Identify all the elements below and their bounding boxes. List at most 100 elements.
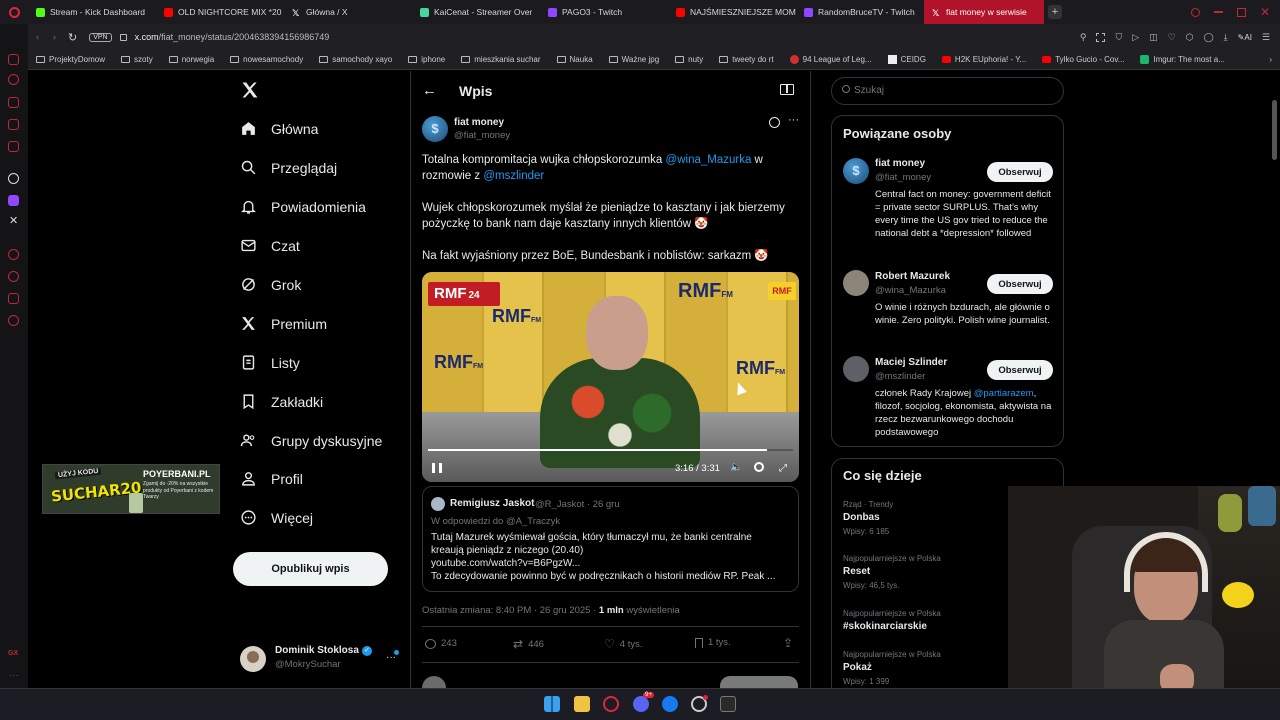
author-handle[interactable]: @fiat_money <box>454 130 510 141</box>
aria-ai-button[interactable]: ✎AI <box>1238 33 1252 42</box>
pin-icon[interactable]: ⚲ <box>1080 32 1087 43</box>
nav-profile[interactable]: Profil <box>240 470 303 487</box>
camera-icon[interactable]: ◫ <box>1149 32 1158 43</box>
heart-icon[interactable]: ♡ <box>1168 32 1176 43</box>
account-switcher[interactable]: Dominik Stoklosa ✓ @MokrySuchar ··· <box>240 644 400 674</box>
person-avatar[interactable] <box>843 270 869 296</box>
trend-item[interactable]: Rząd · Trendy Donbas Wpisy: 6 185 <box>843 500 893 536</box>
reload-icon[interactable]: ↻ <box>68 31 77 44</box>
sidebar-clock-icon[interactable] <box>8 271 19 282</box>
profile-icon[interactable]: ◯ <box>1204 32 1214 43</box>
nav-premium[interactable]: Premium <box>240 315 327 332</box>
sidebar-history-icon[interactable] <box>8 74 19 85</box>
sidebar-bag-icon[interactable] <box>8 97 19 108</box>
bookmark-tweety-do-rt[interactable]: tweety do rt <box>711 55 781 64</box>
reply-button-partial[interactable] <box>720 676 798 688</box>
bookmark-iphone[interactable]: iphone <box>400 55 453 64</box>
terminal-icon[interactable] <box>720 696 736 712</box>
screenshot-icon[interactable] <box>1096 32 1106 42</box>
author-name[interactable]: fiat money <box>454 117 504 128</box>
sidebar-messenger-icon[interactable] <box>8 119 19 130</box>
close-window-button[interactable]: ✕ <box>1260 5 1270 19</box>
bookmark-ceidg[interactable]: CEIDG <box>880 55 934 64</box>
tab-x-home[interactable]: 𝕏 Główna / X <box>284 0 412 24</box>
bookmark-league-of-legends[interactable]: 94 League of Leg... <box>782 55 880 64</box>
post-button[interactable]: Opublikuj wpis <box>233 552 388 586</box>
pause-icon[interactable] <box>432 463 442 473</box>
maximize-window-button[interactable] <box>1236 7 1246 17</box>
bookmark-szoty[interactable]: szoty <box>113 55 161 64</box>
person-avatar[interactable] <box>843 356 869 382</box>
bookmark-mieszkania-suchar[interactable]: mieszkania suchar <box>453 55 548 64</box>
trend-item[interactable]: Najpopularniejsze w Polska Reset Wpisy: … <box>843 554 941 590</box>
discord-icon[interactable] <box>633 696 649 712</box>
nav-communities[interactable]: Grupy dyskusyjne <box>240 432 382 449</box>
back-arrow-icon[interactable]: ← <box>422 82 437 99</box>
x-logo-icon[interactable] <box>240 80 262 102</box>
person-avatar[interactable]: $ <box>843 158 869 184</box>
search-input[interactable]: Szukaj <box>854 85 884 96</box>
nav-explore[interactable]: Przeglądaj <box>240 159 337 176</box>
bookmark-nauka[interactable]: Nauka <box>549 55 601 64</box>
follow-button[interactable]: Obserwuj <box>987 162 1053 182</box>
tab-kaicenat[interactable]: KaiCenat - Streamer Over <box>412 0 540 24</box>
bookmark-imgur[interactable]: Imgur: The most a... <box>1132 55 1232 64</box>
tab-randombrucetv[interactable]: RandomBruceTV - Twitch <box>796 0 924 24</box>
bookmark-h2k-euphoria[interactable]: H2K EUphoria! - Y... <box>934 55 1034 64</box>
author-avatar[interactable]: $ <box>422 116 448 142</box>
bookmark-samochody-xayo[interactable]: samochody xayo <box>311 55 400 64</box>
nav-chat[interactable]: Czat <box>240 237 300 254</box>
quoted-post[interactable]: Remigiusz Jaskot @R_Jaskot · 26 gru W od… <box>422 486 799 592</box>
mention-link[interactable]: @mszlinder <box>483 170 544 182</box>
like-button[interactable]: ♡ 4 tys. <box>604 637 642 651</box>
bookmark-wazne-jpg[interactable]: Ważne jpg <box>601 55 668 64</box>
url-field[interactable]: x.com/fiat_money/status/2004638394156986… <box>135 32 330 42</box>
forward-icon[interactable]: › <box>53 32 56 42</box>
person-name[interactable]: fiat money <box>875 158 925 169</box>
bookmark-tylko-gucio[interactable]: Tylko Gucio - Cov... <box>1034 55 1132 64</box>
sidebar-settings-icon[interactable] <box>8 315 19 326</box>
follow-button[interactable]: Obserwuj <box>987 360 1053 380</box>
nav-home[interactable]: Główna <box>240 120 318 137</box>
sidebar-x-icon[interactable]: ✕ <box>9 214 18 227</box>
tab-nightcore-mix[interactable]: OLD NIGHTCORE MIX *20 <box>156 0 284 24</box>
tab-pago3[interactable]: PAGO3 - Twitch <box>540 0 668 24</box>
file-explorer-icon[interactable] <box>574 696 590 712</box>
more-options-icon[interactable]: ··· <box>788 114 799 126</box>
tab-najsmieszniejsze[interactable]: NAJŚMIESZNIEJSZE MOM <box>668 0 796 24</box>
sidebar-more-icon[interactable]: ··· <box>9 670 19 681</box>
windows-start-icon[interactable] <box>544 696 560 712</box>
sidebar-music-icon[interactable] <box>8 141 19 152</box>
bookmark-projektydomow[interactable]: ProjektyDomow <box>28 55 113 64</box>
volume-icon[interactable]: 🔈 <box>730 462 742 473</box>
trend-item[interactable]: Najpopularniejsze w Polska Pokaż Wpisy: … <box>843 650 941 686</box>
opera-logo-icon[interactable] <box>0 0 28 24</box>
tab-kick-dashboard[interactable]: Stream - Kick Dashboard <box>28 0 156 24</box>
minimize-window-button[interactable] <box>1213 11 1223 13</box>
page-scrollbar[interactable] <box>1272 100 1277 160</box>
sidebar-vpn-icon[interactable] <box>8 293 19 304</box>
nav-notifications[interactable]: Powiadomienia <box>240 198 366 215</box>
grok-explain-icon[interactable] <box>769 117 780 128</box>
nav-more[interactable]: Więcej <box>240 509 313 526</box>
fullscreen-icon[interactable]: ⤢ <box>779 463 787 474</box>
sidebar-wallet-icon[interactable] <box>8 54 19 65</box>
more-bookmarks-icon[interactable]: › <box>1269 55 1272 64</box>
sidebar-gx-icon[interactable]: GX <box>8 650 18 657</box>
mention-link[interactable]: @partiarazem <box>974 388 1034 399</box>
menu-icon[interactable]: ☰ <box>1262 32 1270 43</box>
person-name[interactable]: Maciej Szlinder <box>875 357 947 368</box>
search-tabs-icon[interactable] <box>1190 7 1200 17</box>
sidebar-chatgpt-icon[interactable] <box>8 173 19 184</box>
bookmark-button[interactable]: 1 tys. <box>695 637 731 648</box>
bookmark-nowesamochody[interactable]: nowesamochody <box>222 55 311 64</box>
new-tab-button[interactable]: + <box>1048 5 1062 19</box>
bookmark-norwegia[interactable]: norwegia <box>161 55 222 64</box>
mention-link[interactable]: @wina_Mazurka <box>666 154 752 166</box>
opera-gx-taskbar-icon[interactable] <box>603 696 619 712</box>
download-icon[interactable]: ⤓ <box>1224 32 1228 43</box>
back-icon[interactable]: ‹ <box>36 32 39 42</box>
nav-bookmarks[interactable]: Zakładki <box>240 393 323 410</box>
extensions-icon[interactable]: ⬡ <box>1186 32 1194 43</box>
shield-icon[interactable]: ⛉ <box>1115 32 1122 43</box>
